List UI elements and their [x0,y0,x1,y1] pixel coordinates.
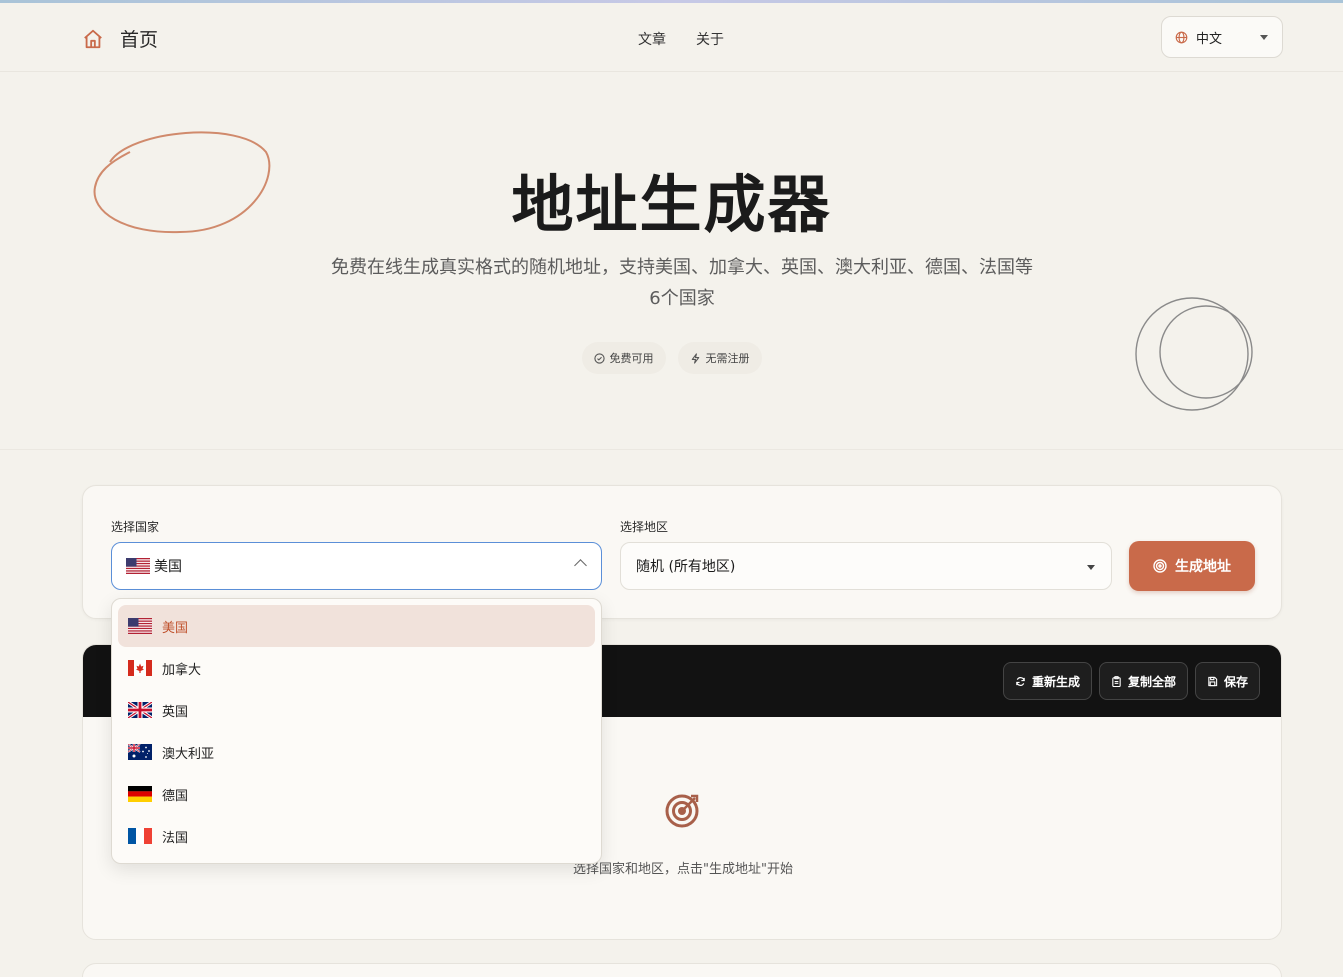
nav-articles[interactable]: 文章 [638,29,666,49]
country-option-label: 加拿大 [162,662,202,678]
badge-free-label: 免费可用 [609,352,654,365]
hero-section: 地址生成器 免费在线生成真实格式的随机地址，支持美国、加拿大、英国、澳大利亚、德… [0,72,1343,450]
regenerate-button[interactable]: 重新生成 [1003,662,1093,700]
country-label: 选择国家 [111,520,160,534]
ca-flag-icon [128,660,152,676]
clipboard-icon [1112,675,1121,687]
country-option-label: 澳大利亚 [162,746,215,762]
fr-flag-icon [128,828,152,844]
country-option-us[interactable]: 美国 [118,605,595,647]
feature-badges: 免费可用 无需注册 [0,342,1343,374]
main-nav: 文章 关于 [638,29,724,49]
badge-free: 免费可用 [581,342,666,374]
region-select[interactable]: 随机 (所有地区) [620,542,1112,590]
page-subtitle: 免费在线生成真实格式的随机地址，支持美国、加拿大、英国、澳大利亚、德国、法国等6… [331,257,1033,309]
site-header: 首页 文章 关于 中文 [0,3,1343,72]
home-link[interactable]: 首页 [82,25,158,52]
language-selector[interactable]: 中文 [1161,16,1283,58]
country-option-au[interactable]: 澳大利亚 [118,731,595,773]
nav-about[interactable]: 关于 [696,29,724,49]
save-label: 保存 [1224,674,1249,689]
region-value: 随机 (所有地区) [636,559,736,575]
us-flag-icon [126,558,150,574]
country-option-ca[interactable]: 加拿大 [118,647,595,689]
chevron-up-icon [574,559,587,572]
country-option-label: 英国 [162,704,189,720]
au-flag-icon [128,744,152,760]
home-label: 首页 [120,29,159,51]
region-label: 选择地区 [620,520,669,534]
next-section-card [82,963,1282,977]
refresh-icon [1016,676,1025,686]
copy-all-label: 复制全部 [1128,674,1177,689]
country-option-gb[interactable]: 英国 [118,689,595,731]
badge-no-signup-label: 无需注册 [705,352,750,365]
target-icon [1153,559,1167,573]
gb-flag-icon [128,702,152,718]
us-flag-icon [128,618,152,634]
generate-button[interactable]: 生成地址 [1129,541,1255,591]
country-option-label: 美国 [162,620,189,636]
regenerate-label: 重新生成 [1032,674,1081,689]
language-label: 中文 [1196,31,1223,47]
generate-label: 生成地址 [1175,559,1231,575]
country-option-label: 德国 [162,788,189,804]
save-button[interactable]: 保存 [1195,662,1261,700]
badge-no-signup: 无需注册 [677,342,762,374]
country-option-de[interactable]: 德国 [118,773,595,815]
country-option-label: 法国 [162,830,189,846]
country-option-fr[interactable]: 法国 [118,815,595,857]
country-select[interactable]: 美国 [111,542,602,590]
country-value: 美国 [154,559,182,575]
country-dropdown: 美国 加拿大 英国 澳大利亚 德国 法国 [111,598,602,864]
home-icon [84,29,102,48]
page-title: 地址生成器 [511,168,832,241]
chevron-down-icon [1087,565,1095,570]
save-icon [1208,676,1218,686]
target-icon [665,794,699,828]
globe-icon [1175,31,1188,43]
lightning-icon [691,352,699,364]
de-flag-icon [128,786,152,802]
chevron-down-icon [1260,35,1268,40]
check-circle-icon [593,352,605,364]
copy-all-button[interactable]: 复制全部 [1099,662,1189,700]
